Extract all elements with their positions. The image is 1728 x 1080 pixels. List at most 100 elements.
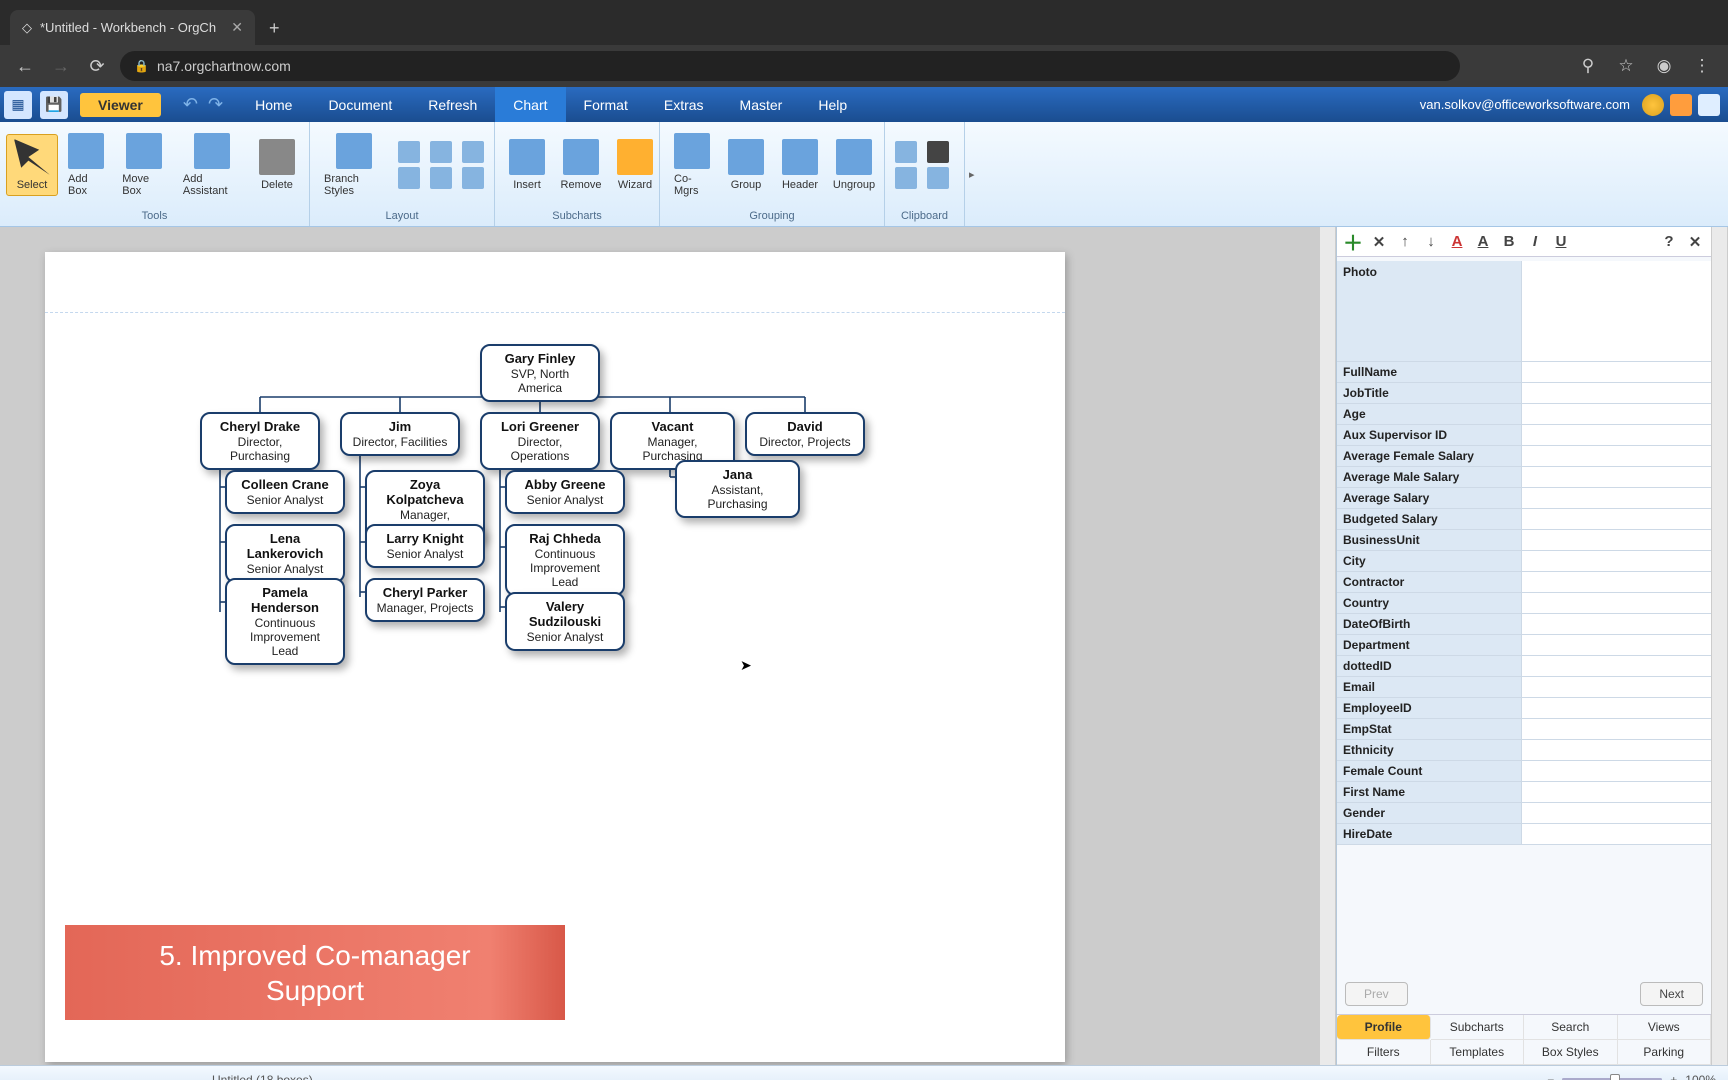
profile-row[interactable]: HireDate [1337, 824, 1711, 845]
profile-value[interactable] [1522, 446, 1711, 466]
group-button[interactable]: Group [720, 135, 772, 195]
menu-home[interactable]: Home [237, 87, 310, 122]
prev-button[interactable]: Prev [1345, 982, 1408, 1006]
menu-master[interactable]: Master [722, 87, 801, 122]
profile-row[interactable]: City [1337, 551, 1711, 572]
profile-value[interactable] [1522, 782, 1711, 802]
profile-row[interactable]: BusinessUnit [1337, 530, 1711, 551]
profile-row[interactable]: First Name [1337, 782, 1711, 803]
branch-styles-button[interactable]: Branch Styles [316, 129, 392, 201]
profile-value[interactable] [1522, 551, 1711, 571]
org-box[interactable]: JimDirector, Facilities [340, 412, 460, 456]
profile-value[interactable] [1522, 467, 1711, 487]
zoom-in-icon[interactable]: + [1670, 1073, 1677, 1080]
profile-value[interactable] [1522, 635, 1711, 655]
profile-value[interactable] [1522, 425, 1711, 445]
side-tab-templates[interactable]: Templates [1431, 1040, 1525, 1065]
profile-value[interactable] [1522, 740, 1711, 760]
redo-icon[interactable]: ↷ [208, 94, 223, 115]
paste-special-icon[interactable] [927, 167, 949, 189]
org-box[interactable]: Abby GreeneSenior Analyst [505, 470, 625, 514]
copy-icon[interactable] [895, 141, 917, 163]
profile-value[interactable] [1522, 383, 1711, 403]
cut-icon[interactable] [927, 141, 949, 163]
move-box-button[interactable]: Move Box [114, 129, 173, 201]
profile-row[interactable]: dottedID [1337, 656, 1711, 677]
profile-row[interactable]: Ethnicity [1337, 740, 1711, 761]
layout-opt-5[interactable] [462, 141, 484, 163]
ribbon-more-icon[interactable]: ▸ [965, 168, 979, 181]
org-box[interactable]: Colleen CraneSenior Analyst [225, 470, 345, 514]
italic-icon[interactable]: I [1525, 232, 1545, 252]
profile-row[interactable]: Gender [1337, 803, 1711, 824]
browser-tab[interactable]: ◇ *Untitled - Workbench - OrgCh ✕ [10, 10, 255, 45]
side-scrollbar[interactable] [1711, 227, 1728, 1065]
star-icon[interactable]: ☆ [1612, 56, 1640, 76]
menu-help[interactable]: Help [800, 87, 865, 122]
org-box[interactable]: Lori GreenerDirector, Operations [480, 412, 600, 470]
save-icon[interactable]: 💾 [40, 91, 68, 119]
profile-value[interactable] [1522, 719, 1711, 739]
org-box[interactable]: Cheryl ParkerManager, Projects [365, 578, 485, 622]
profile-value[interactable] [1522, 488, 1711, 508]
menu-format[interactable]: Format [566, 87, 646, 122]
profile-row[interactable]: Aux Supervisor ID [1337, 425, 1711, 446]
close-icon[interactable]: ✕ [231, 19, 243, 36]
menu-icon[interactable]: ⋮ [1688, 56, 1716, 76]
profile-value[interactable] [1522, 593, 1711, 613]
org-box-root[interactable]: Gary Finley SVP, North America [480, 344, 600, 402]
profile-row[interactable]: Age [1337, 404, 1711, 425]
profile-value[interactable] [1522, 761, 1711, 781]
profile-row[interactable]: Female Count [1337, 761, 1711, 782]
profile-row[interactable]: Average Salary [1337, 488, 1711, 509]
zoom-out-icon[interactable]: − [1547, 1073, 1554, 1080]
profile-row[interactable]: Photo [1337, 257, 1711, 362]
key-icon[interactable]: ⚲ [1574, 56, 1602, 76]
layout-opt-6[interactable] [462, 167, 484, 189]
select-button[interactable]: Select [6, 134, 58, 196]
add-field-icon[interactable]: ＋ [1343, 232, 1363, 252]
add-box-button[interactable]: Add Box [60, 129, 112, 201]
forward-icon[interactable]: → [48, 56, 74, 77]
move-up-icon[interactable]: ↑ [1395, 232, 1415, 252]
underline-icon[interactable]: U [1551, 232, 1571, 252]
profile-value[interactable] [1522, 261, 1711, 361]
profile-row[interactable]: FullName [1337, 362, 1711, 383]
profile-value[interactable] [1522, 698, 1711, 718]
profile-value[interactable] [1522, 530, 1711, 550]
undo-icon[interactable]: ↶ [183, 94, 198, 115]
text-color-icon[interactable]: A [1447, 232, 1467, 252]
move-down-icon[interactable]: ↓ [1421, 232, 1441, 252]
paste-icon[interactable] [895, 167, 917, 189]
app-icon-1[interactable]: ▦ [4, 91, 32, 119]
org-box[interactable]: Lena LankerovichSenior Analyst [225, 524, 345, 583]
org-box[interactable]: DavidDirector, Projects [745, 412, 865, 456]
delete-button[interactable]: Delete [251, 135, 303, 195]
profile-row[interactable]: Department [1337, 635, 1711, 656]
side-tab-parking[interactable]: Parking [1618, 1040, 1712, 1065]
wizard-button[interactable]: Wizard [609, 135, 661, 195]
insert-subchart-button[interactable]: Insert [501, 135, 553, 195]
side-tab-filters[interactable]: Filters [1337, 1040, 1431, 1065]
profile-row[interactable]: Budgeted Salary [1337, 509, 1711, 530]
co-mgrs-button[interactable]: Co-Mgrs [666, 129, 718, 201]
close-panel-icon[interactable]: ✕ [1685, 232, 1705, 252]
profile-row[interactable]: Country [1337, 593, 1711, 614]
side-tab-views[interactable]: Views [1618, 1015, 1712, 1040]
org-box[interactable]: Pamela HendersonContinuous Improvement L… [225, 578, 345, 665]
bold-icon[interactable]: B [1499, 232, 1519, 252]
org-box[interactable]: Raj ChhedaContinuous Improvement Lead [505, 524, 625, 596]
header-icon-c[interactable] [1698, 94, 1720, 116]
profile-value[interactable] [1522, 656, 1711, 676]
profile-row[interactable]: EmpStat [1337, 719, 1711, 740]
org-box[interactable]: Valery SudzilouskiSenior Analyst [505, 592, 625, 651]
profile-value[interactable] [1522, 614, 1711, 634]
profile-value[interactable] [1522, 572, 1711, 592]
profile-row[interactable]: Contractor [1337, 572, 1711, 593]
profile-value[interactable] [1522, 677, 1711, 697]
remove-field-icon[interactable]: ✕ [1369, 232, 1389, 252]
add-assistant-button[interactable]: Add Assistant [175, 129, 249, 201]
menu-refresh[interactable]: Refresh [410, 87, 495, 122]
layout-opt-4[interactable] [430, 167, 452, 189]
profile-row[interactable]: DateOfBirth [1337, 614, 1711, 635]
